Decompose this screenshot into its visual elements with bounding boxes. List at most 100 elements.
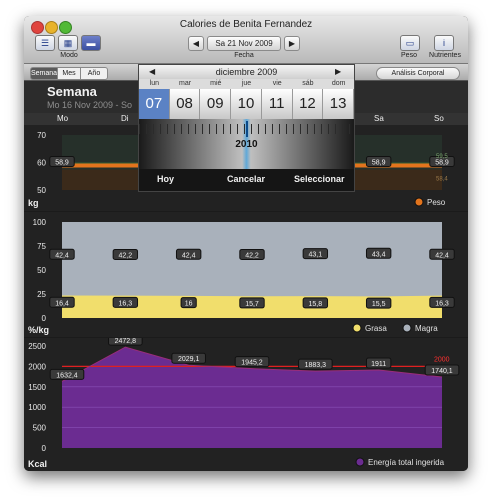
cancelar-button[interactable]: Cancelar — [227, 174, 265, 184]
day-sa: Sa — [374, 114, 384, 123]
mode-calendar-icon[interactable]: ▦ — [58, 35, 78, 51]
data-label: 15,8 — [309, 301, 323, 308]
data-label: 2472,8 — [115, 338, 137, 345]
y-axis-unit: %/kg — [28, 325, 49, 335]
weekday-label: dom — [331, 80, 346, 87]
tab-semana[interactable]: Semana — [30, 67, 58, 80]
energy-chart: 2500 2000 1500 1000 500 0 2000 1632,4 2472,8 2029… — [28, 334, 460, 469]
nutrients-info-icon[interactable]: i — [434, 35, 454, 51]
legend-swatch — [414, 197, 424, 207]
y-tick-label: 100 — [33, 218, 47, 227]
date-next-button[interactable]: ▶ — [284, 36, 300, 51]
day-so: So — [434, 114, 444, 123]
data-label: 16,4 — [55, 300, 69, 307]
calendar-date-cell[interactable]: 08 — [170, 89, 201, 119]
data-label: 43,1 — [309, 252, 323, 259]
tab-ano[interactable]: Año — [80, 67, 108, 80]
data-label: 1883,3 — [305, 362, 327, 369]
y-tick-label: 1500 — [28, 383, 46, 392]
calendar-date-cell[interactable]: 12 — [293, 89, 324, 119]
y-tick-label: 25 — [37, 290, 46, 299]
data-label: 43,4 — [372, 251, 386, 258]
energy-chart-panel: 2500 2000 1500 1000 500 0 2000 1632,4 2472,8 2029… — [24, 334, 468, 471]
slider-handle[interactable] — [246, 121, 248, 137]
y-tick-label: 50 — [37, 266, 46, 275]
analysis-button[interactable]: Análisis Corporal — [376, 67, 460, 80]
y-tick-label: 2000 — [28, 362, 46, 371]
y-tick-label: 500 — [33, 424, 47, 433]
weight-scale-icon[interactable]: ▭ — [400, 35, 420, 51]
y-tick-label: 1000 — [28, 403, 46, 412]
y-tick-label: 0 — [42, 444, 47, 453]
y-axis-unit: kg — [28, 198, 39, 208]
data-label: 42,4 — [435, 252, 449, 259]
weekday-label: lun — [149, 80, 160, 87]
toolbar: Calories de Benita Fernandez ☰ ▦ ▬ Modo … — [24, 16, 468, 64]
picker-actions: Hoy Cancelar Seleccionar — [139, 169, 354, 191]
month-next-button[interactable]: ▶ — [335, 67, 341, 76]
date-field[interactable]: Sa 21 Nov 2009 — [207, 36, 281, 51]
hoy-button[interactable]: Hoy — [157, 174, 174, 184]
calendar-date-cell[interactable]: 07 — [139, 89, 170, 119]
calendar-date-cell[interactable]: 11 — [262, 89, 293, 119]
data-label: 2029,1 — [178, 356, 200, 363]
weekday-label: mié — [210, 80, 222, 87]
data-label: 42,4 — [182, 252, 196, 259]
data-label: 42,4 — [55, 252, 69, 259]
data-label: 1911 — [371, 361, 386, 368]
weekday-label: jue — [241, 80, 252, 87]
legend-swatch — [352, 323, 362, 333]
legend-swatch — [402, 323, 412, 333]
app-window: Calories de Benita Fernandez ☰ ▦ ▬ Modo … — [24, 16, 468, 471]
y-tick-label: 50 — [37, 186, 46, 195]
y-axis-unit: Kcal — [28, 459, 47, 469]
data-label: 58,9 — [55, 160, 69, 167]
seleccionar-button[interactable]: Seleccionar — [294, 174, 345, 184]
data-label: 1632,4 — [56, 372, 78, 379]
legend-label: Peso — [427, 198, 446, 207]
data-label: 58,9 — [435, 160, 449, 167]
calendar-header: ◀ diciembre 2009 ▶ — [139, 65, 354, 79]
day-di: Di — [121, 114, 129, 123]
target-label: 2000 — [434, 356, 450, 363]
window-title: Calories de Benita Fernandez — [179, 19, 313, 30]
calendar-date-cell[interactable]: 09 — [200, 89, 232, 119]
fecha-label: Fecha — [234, 52, 254, 59]
calendar-year: 2010 — [235, 139, 258, 150]
weekday-label: vie — [272, 80, 282, 87]
data-label: 15,5 — [372, 301, 386, 308]
data-label: 1945,2 — [241, 360, 263, 367]
calendar-date-cell[interactable]: 13 — [323, 89, 354, 119]
data-label: 1740,1 — [431, 368, 453, 375]
week-subtitle: Mo 16 Nov 2009 - So — [47, 100, 133, 110]
composition-chart: 100 75 50 25 0 42,4 42,2 42,4 42,2 43,1 43,4 42,4 16… — [28, 218, 455, 335]
tab-mes[interactable]: Mes — [57, 67, 81, 80]
calendar-date-cell[interactable]: 10 — [231, 89, 262, 119]
data-label: 58,9 — [372, 160, 386, 167]
legend-label: Magra — [415, 324, 438, 333]
y-tick-label: 75 — [37, 242, 46, 251]
data-label: 16,3 — [119, 300, 133, 307]
y-tick-label: 2500 — [28, 342, 46, 351]
mode-folder-icon[interactable]: ▬ — [81, 35, 101, 51]
composition-chart-panel: 100 75 50 25 0 42,4 42,2 42,4 42,2 43,1 43,4 42,4 16… — [24, 212, 468, 337]
date-picker-popover: ◀ diciembre 2009 ▶ lun mar mié jue vie sáb dom… — [138, 64, 355, 192]
calendar-month: diciembre 2009 — [215, 67, 278, 77]
legend-label: Grasa — [365, 324, 387, 333]
peso-label: Peso — [401, 52, 417, 59]
mode-list-icon[interactable]: ☰ — [35, 35, 55, 51]
y-tick-label: 0 — [42, 314, 47, 323]
legend-label: Energía total ingerida — [368, 458, 445, 467]
date-prev-button[interactable]: ◀ — [188, 36, 204, 51]
day-mo: Mo — [57, 114, 69, 123]
legend-swatch — [355, 457, 365, 467]
data-label: 42,2 — [245, 252, 259, 259]
year-slider[interactable]: 2010 — [139, 119, 354, 169]
data-label: 16 — [185, 301, 193, 308]
y-tick-label: 70 — [37, 131, 46, 140]
y-tick-label: 60 — [37, 159, 46, 168]
weekday-label: mar — [179, 80, 192, 87]
week-title: Semana — [47, 84, 97, 99]
weekday-label: sáb — [302, 80, 314, 87]
weight-upper-label: 59,5 — [436, 154, 448, 160]
